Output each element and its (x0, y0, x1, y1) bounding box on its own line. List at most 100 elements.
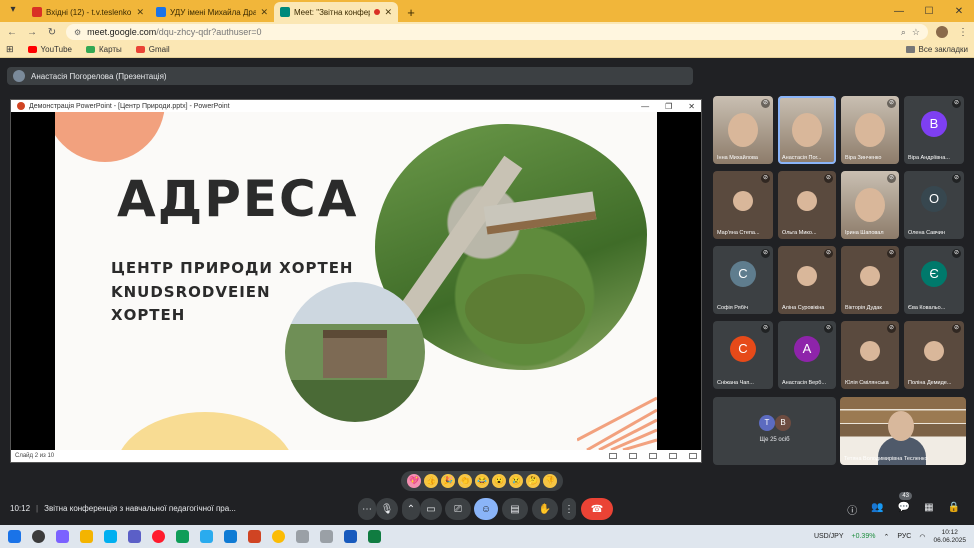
browser-tab[interactable]: Meet: "Звітна конференція ✕ (274, 2, 398, 22)
participant-tile[interactable]: ⊘ Аліна Суровікіна (778, 246, 836, 314)
participant-name: Анастасія Пог... (782, 155, 822, 161)
browser-tab[interactable]: Вхідні (12) - t.v.teslenko@npu.edu.ua ✕ (26, 2, 150, 22)
info-icon[interactable]: ⓘ (847, 502, 857, 517)
profile-avatar[interactable] (936, 26, 948, 38)
app-green-icon[interactable] (176, 530, 189, 543)
participant-tile[interactable]: ⊘ Ольга Мико... (778, 171, 836, 239)
chat-icon[interactable]: 💬 (898, 502, 910, 517)
participant-name: Інна Михайлова (717, 155, 758, 161)
participant-tile[interactable]: О ⊘ Олена Савчин (904, 171, 964, 239)
menu-icon[interactable]: ⋮ (958, 27, 968, 38)
powerpoint-icon[interactable] (248, 530, 261, 543)
participant-tile[interactable]: ⊘ Вікторія Дудак (841, 246, 899, 314)
participant-tile[interactable]: ⊘ Віра Зинченко (841, 96, 899, 164)
telegram-icon[interactable] (200, 530, 213, 543)
clock[interactable]: 10:12 06.06.2025 (933, 529, 966, 545)
ppt-restore-icon[interactable]: ❐ (665, 102, 672, 111)
close-window-icon[interactable]: ✕ (944, 0, 974, 22)
word-icon[interactable] (344, 530, 357, 543)
self-video-tile[interactable]: Тетяна Володимирівна Тесленко (840, 397, 966, 465)
present-button[interactable]: ⎚ (445, 498, 471, 520)
participant-tile[interactable]: ⊘ Поліна Демиде... (904, 321, 964, 389)
decor-stripes (577, 396, 657, 450)
people-icon[interactable]: 👥 (871, 502, 883, 517)
reaction-emoji[interactable]: 🎉 (441, 474, 455, 488)
tab-close-icon[interactable]: ✕ (384, 7, 392, 18)
participant-tile[interactable]: С ⊘ Софія Рябіч (713, 246, 773, 314)
camera-button[interactable]: ▭ (420, 498, 442, 520)
raise-hand-button[interactable]: ✋ (532, 498, 558, 520)
apps-icon[interactable]: ⊞ (6, 44, 14, 55)
reaction-emoji[interactable]: 😂 (475, 474, 489, 488)
app-gray-2-icon[interactable] (320, 530, 333, 543)
bookmark-item[interactable]: Карты (85, 45, 122, 54)
forward-icon[interactable]: → (26, 27, 38, 38)
minimize-icon[interactable]: — (884, 0, 914, 22)
reaction-emoji[interactable]: 💖 (407, 474, 421, 488)
tab-close-icon[interactable]: ✕ (260, 7, 268, 18)
browser-tab[interactable]: УДУ імені Михайла Драгоманова✕ (150, 2, 274, 22)
copilot-icon[interactable] (56, 530, 69, 543)
tab-search-icon[interactable]: ▾ (6, 4, 20, 18)
address-bar[interactable]: ⚙ meet.google.com/dqu-zhcy-qdr?authuser=… (66, 24, 928, 40)
presenter-chip[interactable]: Анастасія Погорелова (Презентація) (7, 67, 693, 85)
more-options-left-icon[interactable]: ⋯ (358, 498, 376, 520)
participant-tile[interactable]: ⊘ Ірина Шаповал (841, 171, 899, 239)
reaction-emoji[interactable]: 😢 (509, 474, 523, 488)
skype-icon[interactable] (104, 530, 117, 543)
teams-icon[interactable] (128, 530, 141, 543)
ticker-label[interactable]: USD/JPY (814, 533, 844, 540)
reaction-emoji[interactable]: 🤔 (526, 474, 540, 488)
microphone-button[interactable]: 🎙 (376, 498, 398, 520)
host-controls-icon[interactable]: 🔒 (948, 502, 960, 517)
excel-icon[interactable] (368, 530, 381, 543)
ppt-close-icon[interactable]: ✕ (688, 102, 695, 111)
participant-tile[interactable]: Є ⊘ Єва Ковальо... (904, 246, 964, 314)
participant-tile[interactable]: ⊘ Юлія Смілянська (841, 321, 899, 389)
ppt-minimize-icon[interactable]: — (641, 102, 649, 111)
emoji-button[interactable]: ☺ (474, 498, 498, 520)
tab-close-icon[interactable]: ✕ (136, 7, 144, 18)
bookmark-item[interactable]: YouTube (27, 45, 72, 54)
bookmark-star-icon[interactable]: ☆ (912, 27, 920, 38)
zoom-icon[interactable]: ⌕ (901, 27, 906, 38)
explorer-icon[interactable] (80, 530, 93, 543)
site-info-icon[interactable]: ⚙ (74, 28, 81, 37)
wifi-icon[interactable]: ◠ (919, 533, 925, 541)
ppt-zoom-icon[interactable] (689, 453, 697, 459)
reload-icon[interactable]: ↻ (46, 27, 58, 38)
maximize-icon[interactable]: ☐ (914, 0, 944, 22)
participant-tile[interactable]: А ⊘ Анастасія Верб... (778, 321, 836, 389)
app-gray-icon[interactable] (296, 530, 309, 543)
more-participants-tile[interactable]: Т В Ще 25 осіб (713, 397, 836, 465)
all-bookmarks[interactable]: Все закладки (905, 45, 968, 54)
reaction-emoji[interactable]: 👎 (543, 474, 557, 488)
participant-tile[interactable]: ⊘ Інна Михайлова (713, 96, 773, 164)
participant-tile[interactable]: С ⊘ Сніжана Чап... (713, 321, 773, 389)
shapes-icon[interactable]: ▦ (924, 502, 933, 517)
ppt-view-reading-icon[interactable] (649, 453, 657, 459)
reaction-emoji[interactable]: 😮 (492, 474, 506, 488)
reaction-emoji[interactable]: 👍 (424, 474, 438, 488)
participant-tile[interactable]: В ⊘ Віра Андріївна... (904, 96, 964, 164)
ppt-view-sorter-icon[interactable] (629, 453, 637, 459)
ppt-view-show-icon[interactable] (669, 453, 677, 459)
new-tab-button[interactable]: + (402, 3, 420, 21)
camera-options-icon[interactable]: ⌃ (402, 498, 420, 520)
search-icon[interactable] (32, 530, 45, 543)
participant-tile[interactable]: ⊘ Мар'яна Степа... (713, 171, 773, 239)
tray-chevron-icon[interactable]: ⌃ (883, 533, 889, 541)
opera-icon[interactable] (152, 530, 165, 543)
start-icon[interactable] (8, 530, 21, 543)
participant-tile[interactable]: Анастасія Пог... (778, 96, 836, 164)
edge-icon[interactable] (224, 530, 237, 543)
bookmark-item[interactable]: Gmail (135, 45, 170, 54)
reaction-emoji[interactable]: 👏 (458, 474, 472, 488)
more-options-icon[interactable]: ⋮ (562, 498, 576, 520)
leave-call-button[interactable]: ☎ (581, 498, 613, 520)
chrome-icon[interactable] (272, 530, 285, 543)
ppt-view-normal-icon[interactable] (609, 453, 617, 459)
captions-button[interactable]: ▤ (502, 498, 528, 520)
back-icon[interactable]: ← (6, 27, 18, 38)
lang-indicator[interactable]: РУС (897, 533, 911, 540)
